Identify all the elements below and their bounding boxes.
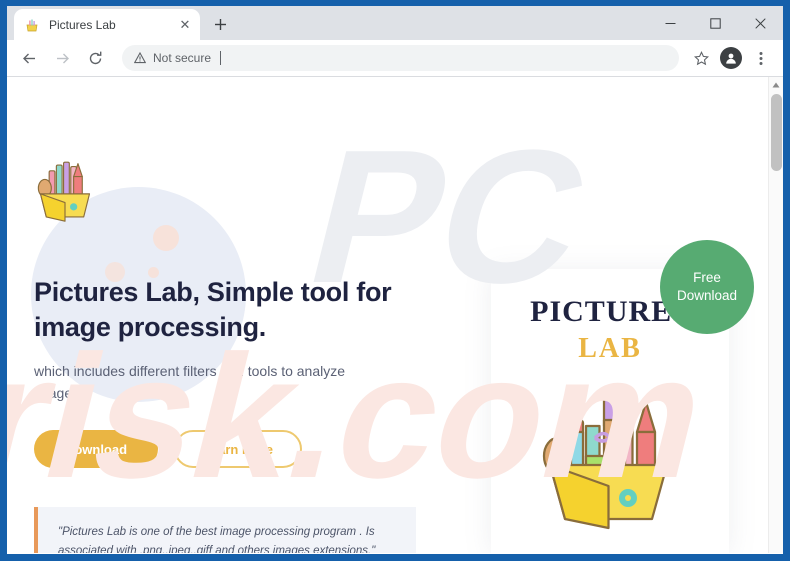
window-controls [648, 6, 783, 40]
page-subheadline: which includes different filters and too… [34, 363, 346, 401]
card-subtitle: LAB [578, 333, 642, 364]
warning-triangle-icon [134, 52, 146, 64]
testimonial-text: "Pictures Lab is one of the best image p… [58, 526, 376, 553]
minimize-icon[interactable] [648, 6, 693, 40]
url-text-caret [220, 51, 222, 65]
badge-line-1: Free [693, 270, 721, 286]
hero-section: Pictures Lab, Simple tool for image proc… [34, 275, 434, 469]
cta-button-row: Download Learn More [34, 430, 434, 469]
scrollbar-thumb[interactable] [771, 94, 782, 171]
browser-toolbar: Not secure [7, 40, 783, 77]
browser-tab[interactable]: Pictures Lab ✕ [14, 9, 200, 40]
page-scrollbar[interactable] [768, 77, 783, 553]
website-content: Pictures Lab, Simple tool for image proc… [7, 77, 768, 553]
free-download-badge[interactable]: Free Download [660, 240, 754, 334]
pencil-holder-illustration [535, 381, 685, 531]
three-dot-menu-icon[interactable] [747, 44, 775, 72]
star-icon[interactable] [687, 44, 715, 72]
download-button[interactable]: Download [34, 430, 158, 469]
toolbar-right-group [685, 44, 775, 72]
pictures-lab-logo[interactable] [29, 155, 101, 227]
close-icon[interactable] [738, 6, 783, 40]
page-headline: Pictures Lab, Simple tool for image proc… [34, 277, 392, 342]
security-status-label: Not secure [153, 51, 212, 65]
maximize-icon[interactable] [693, 6, 738, 40]
back-arrow-icon[interactable] [15, 44, 43, 72]
browser-window: Pictures Lab ✕ Not secure Pictures Lab, … [7, 6, 783, 554]
forward-arrow-icon[interactable] [48, 44, 76, 72]
profile-avatar-icon[interactable] [717, 44, 745, 72]
decorative-dot [153, 225, 179, 251]
reload-icon[interactable] [81, 44, 109, 72]
new-tab-button[interactable] [206, 10, 234, 38]
tab-strip: Pictures Lab ✕ [7, 6, 783, 40]
testimonial-box: "Pictures Lab is one of the best image p… [34, 507, 416, 553]
tab-title: Pictures Lab [49, 17, 116, 32]
pictures-lab-favicon-icon [24, 17, 40, 33]
scroll-up-arrow-icon[interactable] [769, 77, 783, 92]
learn-more-button[interactable]: Learn More [174, 430, 302, 469]
browser-window-frame: Pictures Lab ✕ Not secure Pictures Lab, … [0, 0, 790, 561]
page-viewport: Pictures Lab, Simple tool for image proc… [7, 77, 783, 553]
address-bar[interactable]: Not secure [122, 45, 679, 71]
tab-close-icon[interactable]: ✕ [177, 17, 193, 33]
badge-line-2: Download [676, 288, 738, 303]
